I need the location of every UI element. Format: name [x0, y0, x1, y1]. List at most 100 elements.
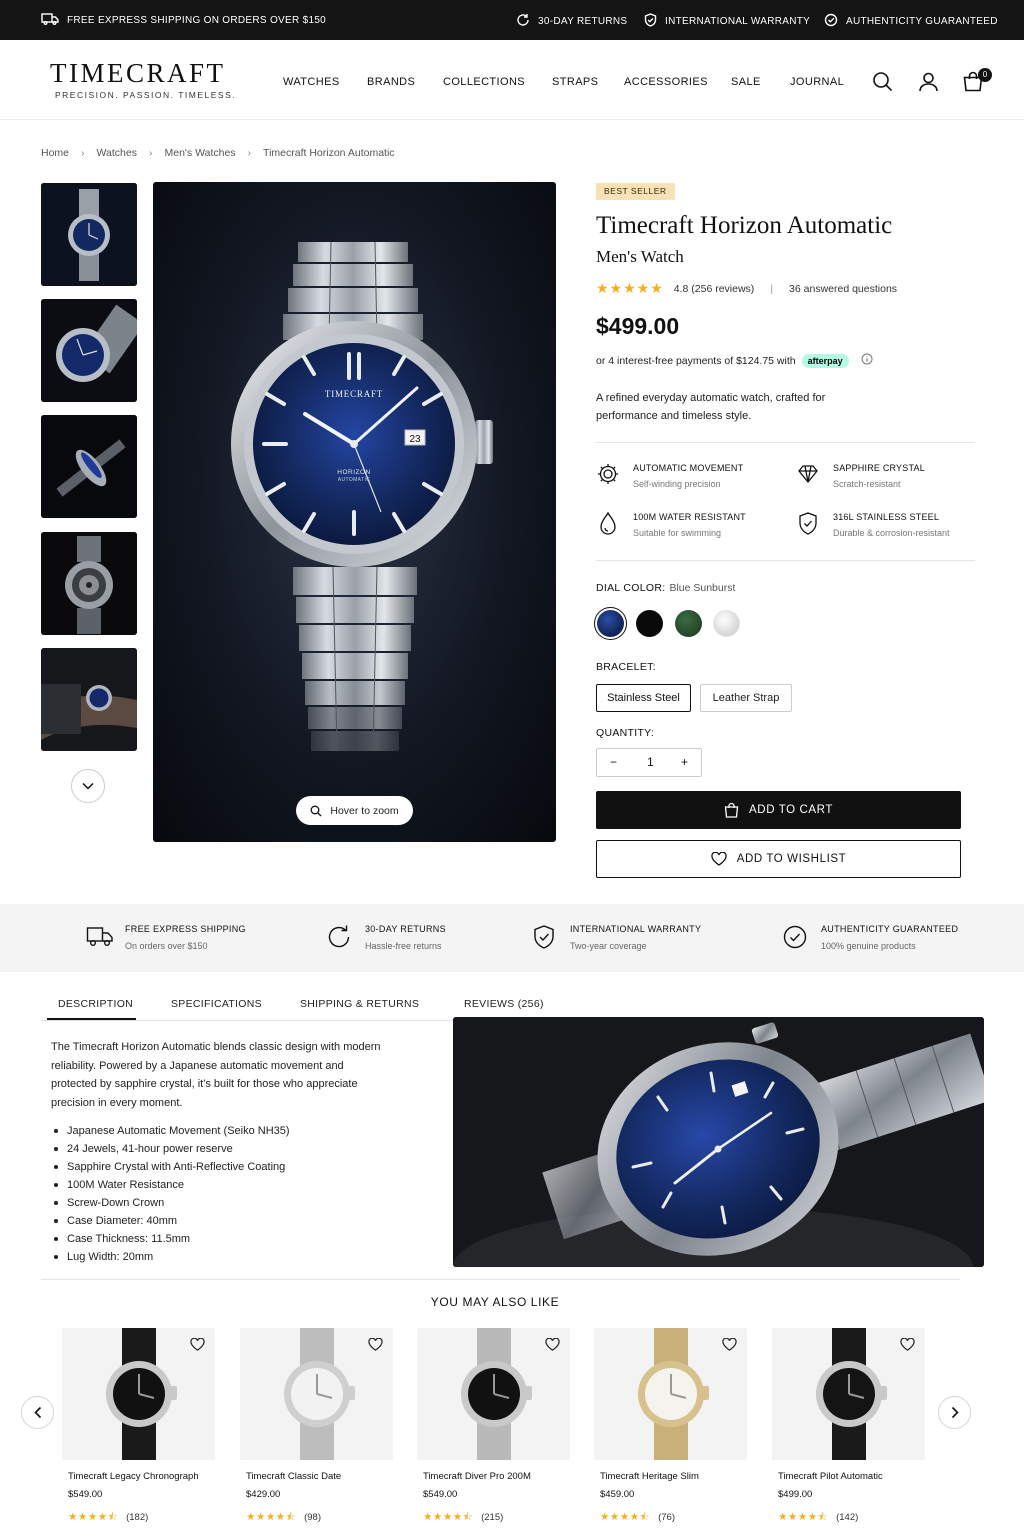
swatch-silver[interactable]: [713, 610, 740, 637]
product-card-price: $549.00: [68, 1489, 103, 1500]
product-card-image[interactable]: [62, 1328, 215, 1460]
active-tab-indicator: [47, 1018, 136, 1020]
tab-reviews[interactable]: REVIEWS (256): [464, 998, 544, 1010]
product-subtitle: Men's Watch: [596, 247, 684, 266]
nav-accessories[interactable]: ACCESSORIES: [624, 76, 708, 88]
trust-subtitle: 100% genuine products: [821, 941, 916, 951]
thumbnail-side[interactable]: [41, 415, 137, 518]
nav-straps[interactable]: STRAPS: [552, 76, 598, 88]
info-icon[interactable]: [861, 353, 873, 368]
review-count: (98): [304, 1512, 322, 1523]
product-card-name[interactable]: Timecraft Heritage Slim: [600, 1471, 699, 1482]
product-card-price: $549.00: [423, 1489, 458, 1500]
installments-text: or 4 interest-free payments of $124.75 w…: [596, 354, 796, 367]
returns-icon: [326, 924, 352, 955]
wishlist-heart-icon[interactable]: [368, 1337, 383, 1356]
add-to-wishlist-button[interactable]: ADD TO WISHLIST: [596, 840, 961, 878]
product-card-image[interactable]: [240, 1328, 393, 1460]
chevron-right-icon: ›: [81, 147, 85, 159]
returns-notice: 30-DAY RETURNS: [516, 13, 627, 30]
carousel-next-button[interactable]: [938, 1396, 971, 1429]
dial-brand-text: TIMECRAFT: [325, 389, 383, 399]
product-card-image[interactable]: [417, 1328, 570, 1460]
product-card-name[interactable]: Timecraft Pilot Automatic: [778, 1471, 883, 1482]
dial-color-label-text: DIAL COLOR:: [596, 582, 666, 594]
spec-item: 100M Water Resistance: [51, 1176, 290, 1194]
product-card-image[interactable]: [772, 1328, 925, 1460]
trust-subtitle: Hassle-free returns: [365, 941, 442, 951]
quantity-decrease-button[interactable]: −: [610, 755, 617, 769]
wishlist-heart-icon[interactable]: [545, 1337, 560, 1356]
thumbnail-wrist[interactable]: [41, 648, 137, 751]
thumbnails-scroll-down-button[interactable]: [71, 769, 105, 803]
breadcrumb: Home › Watches › Men's Watches › Timecra…: [41, 147, 407, 159]
bracelet-option-leather-strap[interactable]: Leather Strap: [700, 684, 792, 712]
product-card-name[interactable]: Timecraft Diver Pro 200M: [423, 1471, 531, 1482]
cart-count-badge: 0: [978, 68, 992, 82]
truck-icon: [41, 13, 59, 28]
star-rating-icon: ★★★★⯪: [68, 1511, 119, 1523]
swatch-green[interactable]: [675, 610, 702, 637]
product-card-price: $429.00: [246, 1489, 281, 1500]
review-count: (76): [658, 1512, 676, 1523]
thumbnail-front[interactable]: [41, 183, 137, 286]
installments-row: or 4 interest-free payments of $124.75 w…: [596, 353, 873, 368]
breadcrumb-watches[interactable]: Watches: [97, 147, 137, 159]
account-icon[interactable]: [918, 71, 939, 97]
announcement-bar: FREE EXPRESS SHIPPING ON ORDERS OVER $15…: [0, 0, 1024, 40]
heart-icon: [711, 852, 727, 866]
dial-color-value: Blue Sunburst: [669, 582, 736, 594]
rating-divider: |: [770, 282, 774, 295]
thumbnail-caseback[interactable]: [41, 532, 137, 635]
site-header: TIMECRAFT PRECISION. PASSION. TIMELESS. …: [0, 40, 1024, 120]
product-card-image[interactable]: [594, 1328, 747, 1460]
swatch-black[interactable]: [636, 610, 663, 637]
main-product-image[interactable]: 23 TIMECRAFT HORIZON AUTOMATIC: [153, 182, 556, 842]
rating-text[interactable]: 4.8 (256 reviews): [674, 283, 755, 295]
afterpay-logo: afterpay: [801, 353, 849, 368]
trust-title: AUTHENTICITY GUARANTEED: [821, 924, 959, 934]
wishlist-heart-icon[interactable]: [900, 1337, 915, 1356]
wishlist-heart-icon[interactable]: [722, 1337, 737, 1356]
swatch-blue-sunburst[interactable]: [597, 610, 624, 637]
product-card-rating: ★★★★⯪ (182): [68, 1509, 148, 1527]
divider: [596, 560, 975, 561]
best-seller-badge: BEST SELLER: [596, 183, 675, 200]
brand-logo[interactable]: TIMECRAFT: [50, 58, 226, 89]
spec-item: Sapphire Crystal with Anti-Reflective Co…: [51, 1158, 290, 1176]
chevron-right-icon: ›: [247, 147, 252, 159]
brand-tagline: PRECISION. PASSION. TIMELESS.: [55, 90, 237, 100]
trust-subtitle: On orders over $150: [125, 941, 208, 951]
quantity-value[interactable]: 1: [647, 755, 654, 769]
answered-questions-link[interactable]: 36 answered questions: [789, 283, 897, 295]
feature-subtitle: Suitable for swimming: [633, 528, 722, 538]
spec-item: Japanese Automatic Movement (Seiko NH35): [51, 1122, 290, 1140]
nav-journal[interactable]: JOURNAL: [790, 76, 844, 88]
feature-title: 100M WATER RESISTANT: [633, 512, 746, 522]
wishlist-heart-icon[interactable]: [190, 1337, 205, 1356]
quantity-increase-button[interactable]: +: [681, 755, 688, 769]
nav-collections[interactable]: COLLECTIONS: [443, 76, 525, 88]
nav-sale[interactable]: SALE: [731, 76, 761, 88]
search-icon[interactable]: [872, 71, 893, 97]
carousel-prev-button[interactable]: [21, 1396, 54, 1429]
tab-shipping-returns[interactable]: SHIPPING & RETURNS: [300, 998, 419, 1010]
bracelet-option-stainless-steel[interactable]: Stainless Steel: [596, 684, 691, 712]
trust-subtitle: Two-year coverage: [570, 941, 647, 951]
tab-specifications[interactable]: SPECIFICATIONS: [171, 998, 262, 1010]
zoom-icon: [310, 805, 322, 816]
add-to-cart-button[interactable]: ADD TO CART: [596, 791, 961, 829]
quantity-label: QUANTITY:: [596, 727, 655, 739]
nav-brands[interactable]: BRANDS: [367, 76, 415, 88]
divider: [596, 442, 975, 443]
thumbnail-angle[interactable]: [41, 299, 137, 402]
lifestyle-image: [453, 1017, 984, 1267]
tab-description[interactable]: DESCRIPTION: [58, 998, 133, 1010]
hover-to-zoom-button[interactable]: Hover to zoom: [296, 796, 413, 825]
breadcrumb-mens-watches[interactable]: Men's Watches: [164, 147, 235, 159]
breadcrumb-home[interactable]: Home: [41, 147, 69, 159]
nav-watches[interactable]: WATCHES: [283, 76, 340, 88]
star-rating-icon: ★★★★⯪: [246, 1511, 297, 1523]
product-card-name[interactable]: Timecraft Classic Date: [246, 1471, 341, 1482]
product-card-name[interactable]: Timecraft Legacy Chronograph: [68, 1471, 199, 1482]
